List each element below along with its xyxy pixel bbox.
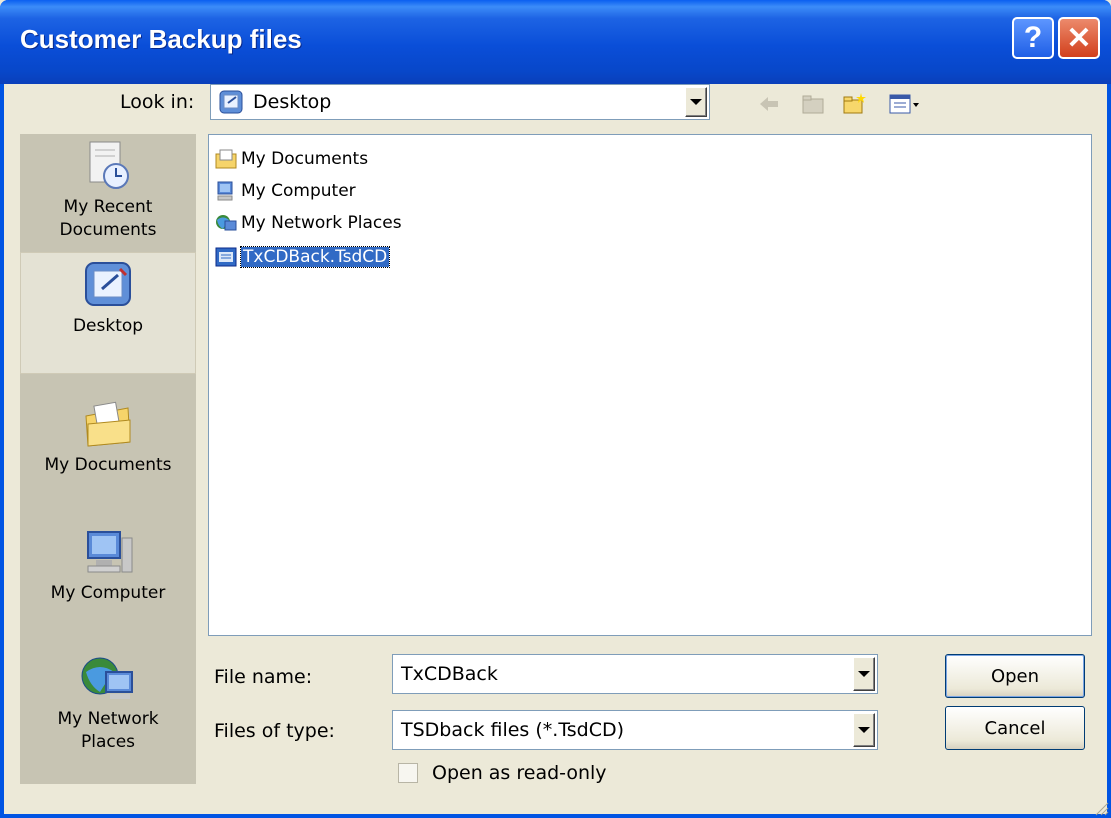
look-in-label: Look in: xyxy=(120,91,195,113)
help-button[interactable]: ? xyxy=(1012,17,1054,59)
close-icon: ✕ xyxy=(1066,21,1092,55)
folder-documents-icon xyxy=(215,149,237,169)
cancel-button[interactable]: Cancel xyxy=(945,706,1085,750)
resize-grip-icon[interactable] xyxy=(1091,798,1109,816)
place-label-line1: My Network xyxy=(57,709,159,729)
place-my-computer[interactable]: My Computer xyxy=(20,520,196,638)
list-item[interactable]: My Computer xyxy=(215,177,356,205)
window-title: Customer Backup files xyxy=(20,24,302,54)
list-item[interactable]: My Documents xyxy=(215,145,368,173)
chevron-down-icon xyxy=(858,727,870,733)
file-name: My Documents xyxy=(241,149,369,169)
file-type-value: TSDback files (*.TsdCD) xyxy=(401,719,625,741)
place-label-line2: Documents xyxy=(59,220,157,240)
desktop-icon xyxy=(85,262,131,306)
recent-documents-icon xyxy=(89,141,129,189)
place-my-documents[interactable]: My Documents xyxy=(20,392,196,510)
read-only-checkbox[interactable] xyxy=(398,763,418,783)
file-name-dropdown-arrow[interactable] xyxy=(853,657,875,691)
file-name-input[interactable]: TxCDBack xyxy=(392,654,878,694)
network-icon xyxy=(216,215,237,231)
chevron-down-icon xyxy=(690,99,702,105)
my-computer-icon xyxy=(87,531,133,573)
place-label-line1: My Computer xyxy=(50,583,166,603)
file-name-label: File name: xyxy=(214,666,313,688)
place-label-line1: My Recent xyxy=(63,197,153,217)
places-bar: My Recent Documents Desktop My Documents… xyxy=(20,134,196,784)
new-folder-icon[interactable] xyxy=(842,91,868,117)
file-list[interactable]: My Documents My Computer My Network Plac… xyxy=(208,134,1092,636)
help-icon: ? xyxy=(1023,21,1043,54)
place-label-line1: My Documents xyxy=(44,455,172,475)
place-recent-documents[interactable]: My Recent Documents xyxy=(20,134,196,252)
up-folder-icon[interactable] xyxy=(800,91,826,117)
title-bar[interactable]: Customer Backup files ? ✕ xyxy=(0,0,1111,84)
my-documents-icon xyxy=(85,401,131,447)
look-in-dropdown[interactable]: Desktop xyxy=(210,84,710,120)
place-label-line2: Places xyxy=(80,732,136,752)
file-type-dropdown-arrow[interactable] xyxy=(853,713,875,747)
computer-icon xyxy=(217,181,233,201)
file-name: My Computer xyxy=(241,181,356,201)
place-label-line1: Desktop xyxy=(72,316,144,336)
view-menu-icon[interactable] xyxy=(888,91,922,117)
network-places-icon xyxy=(81,657,133,699)
file-icon xyxy=(215,247,237,267)
place-desktop[interactable]: Desktop xyxy=(20,252,196,374)
look-in-value: Desktop xyxy=(253,91,332,113)
file-name: My Network Places xyxy=(241,213,402,233)
back-arrow-icon[interactable] xyxy=(756,91,782,117)
open-button-label: Open xyxy=(990,665,1040,687)
chevron-down-icon xyxy=(858,671,870,677)
close-button[interactable]: ✕ xyxy=(1058,17,1100,59)
desktop-icon xyxy=(219,90,243,114)
file-name: TxCDBack.TsdCD xyxy=(239,246,391,268)
list-item[interactable]: My Network Places xyxy=(215,209,402,237)
place-network-places[interactable]: My Network Places xyxy=(20,646,196,764)
read-only-label[interactable]: Open as read-only xyxy=(432,762,607,784)
list-item-selected[interactable]: TxCDBack.TsdCD xyxy=(215,243,391,271)
file-type-dropdown[interactable]: TSDback files (*.TsdCD) xyxy=(392,710,878,750)
look-in-dropdown-arrow[interactable] xyxy=(685,87,707,117)
cancel-button-label: Cancel xyxy=(984,717,1046,739)
file-name-value: TxCDBack xyxy=(401,663,498,685)
open-button[interactable]: Open xyxy=(945,654,1085,698)
file-type-label: Files of type: xyxy=(214,720,335,742)
